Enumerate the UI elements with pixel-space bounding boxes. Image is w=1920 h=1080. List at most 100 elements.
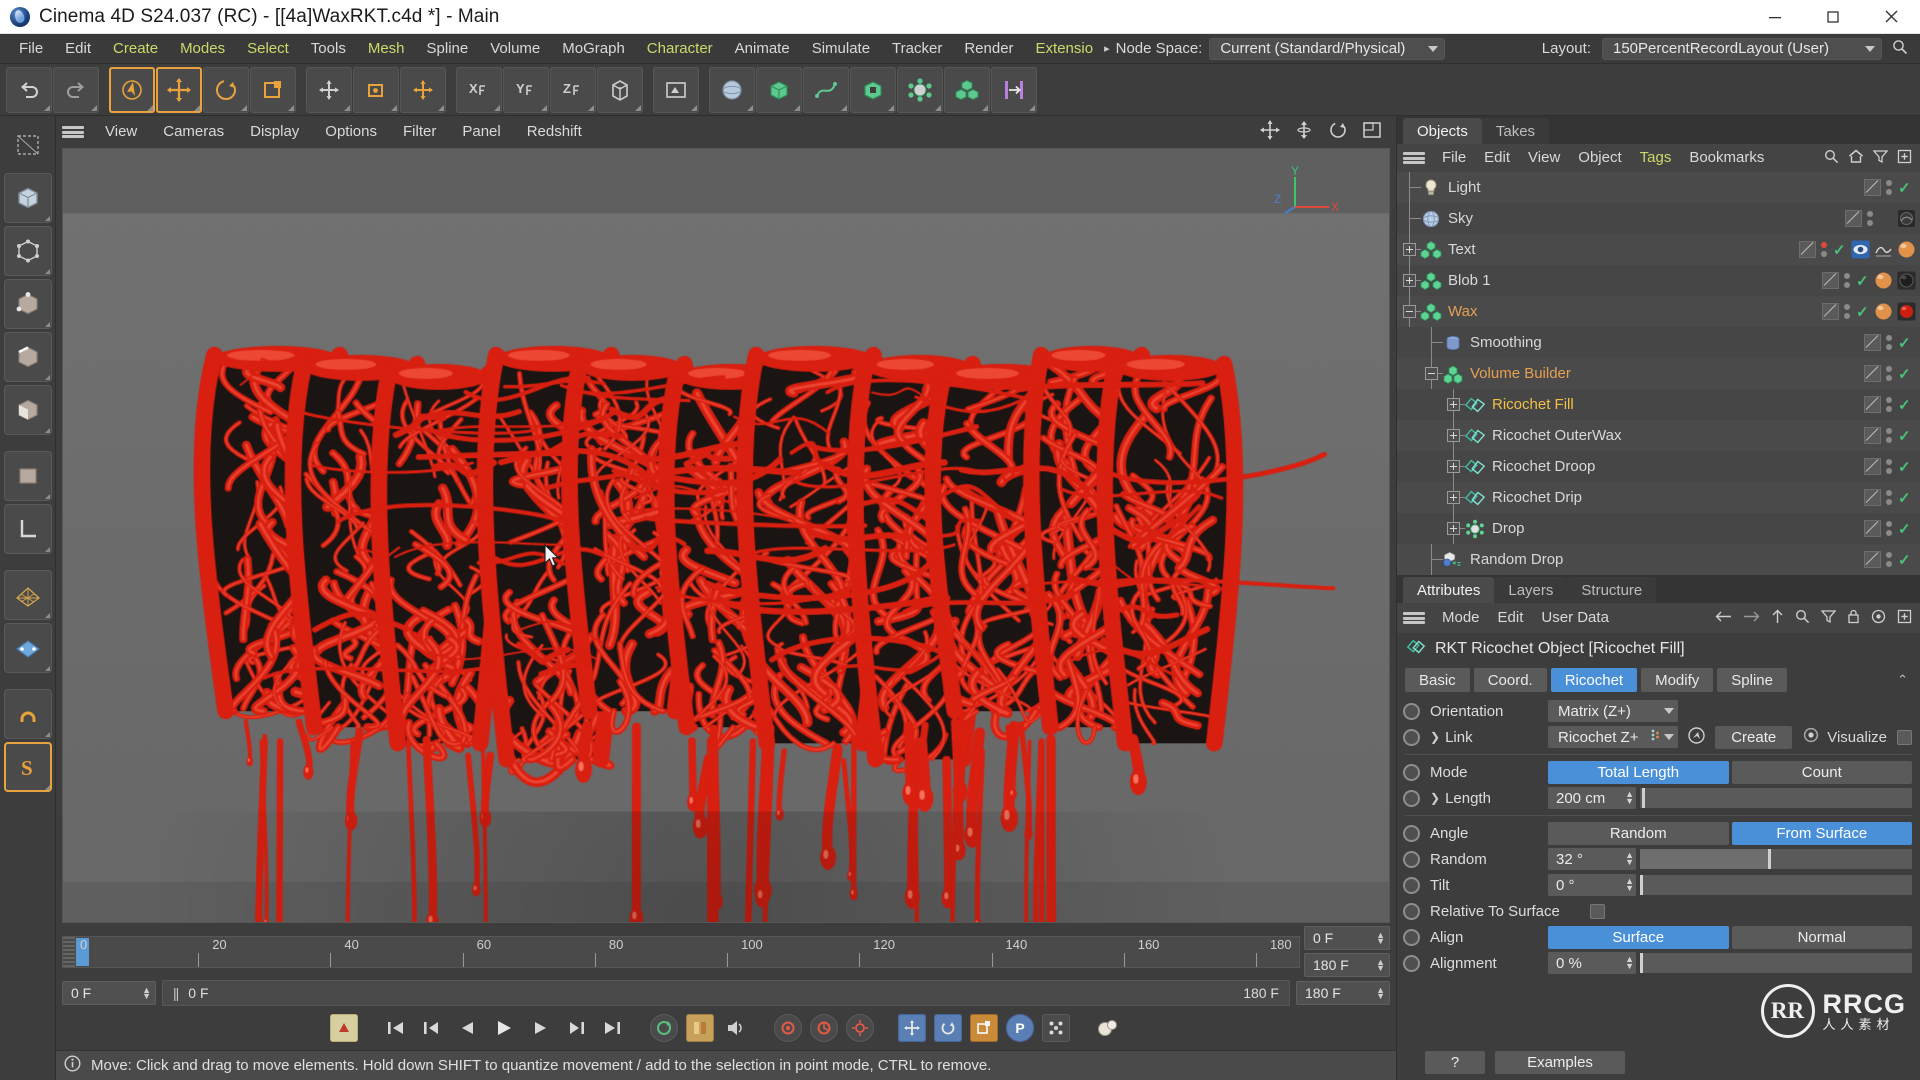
collapse-node-icon[interactable] [1403, 305, 1416, 318]
home-icon[interactable] [1848, 149, 1864, 168]
visibility-dots[interactable] [1886, 397, 1892, 412]
visibility-dots[interactable] [1844, 304, 1850, 319]
undo-button[interactable] [6, 66, 52, 113]
menu-render[interactable]: Render [953, 34, 1024, 64]
alignment-spinner[interactable]: 0 % ▲ ▼ [1548, 952, 1636, 974]
display-tag[interactable] [1851, 240, 1870, 259]
viewport[interactable]: Y X Z [62, 148, 1390, 923]
deformer-button[interactable] [897, 66, 943, 113]
rotation-keyframe-button[interactable] [931, 1013, 965, 1043]
spinner-arrows-icon[interactable]: ▲ ▼ [1625, 877, 1634, 893]
tilt-slider[interactable] [1640, 875, 1912, 895]
timeline-grip[interactable] [63, 936, 75, 967]
viewport-menu-cameras[interactable]: Cameras [150, 116, 237, 148]
object-name[interactable]: Drop [1492, 520, 1525, 537]
angle-option-from-surface[interactable]: From Surface [1731, 821, 1912, 845]
om-menu-object[interactable]: Object [1569, 144, 1630, 172]
visibility-dots[interactable] [1886, 180, 1892, 195]
object-name[interactable]: Sky [1448, 210, 1473, 227]
maximize-button[interactable] [1804, 0, 1862, 34]
sound-button[interactable] [719, 1013, 753, 1043]
generator-button[interactable] [850, 66, 896, 113]
orientation-anim-track-icon[interactable] [1403, 702, 1420, 720]
object-tree-row[interactable]: Light ✓ [1397, 172, 1920, 203]
spinner-arrows-icon[interactable]: ▲ ▼ [1625, 955, 1634, 971]
spinner-arrows-icon[interactable]: ▲ ▼ [1625, 790, 1634, 806]
alignment-slider[interactable] [1640, 953, 1912, 973]
workplane-mode-button[interactable] [3, 504, 52, 554]
relative-to-surface-checkbox[interactable] [1590, 903, 1605, 919]
visibility-toggle[interactable] [1822, 272, 1839, 289]
om-menu-bookmarks[interactable]: Bookmarks [1680, 144, 1773, 172]
angle-option-random[interactable]: Random [1548, 821, 1729, 845]
link-picker-icon[interactable] [1687, 726, 1706, 749]
tab-takes[interactable]: Takes [1481, 118, 1550, 144]
pill-modify[interactable]: Modify [1641, 668, 1714, 692]
om-menu-file[interactable]: File [1433, 144, 1475, 172]
go-to-end-button[interactable] [595, 1013, 629, 1043]
om-menu-edit[interactable]: Edit [1475, 144, 1519, 172]
s-snap-settings-button[interactable]: S [3, 742, 52, 792]
object-name[interactable]: Wax [1448, 303, 1477, 320]
lock-icon[interactable] [1847, 609, 1860, 628]
menu-modes[interactable]: Modes [169, 34, 236, 64]
go-to-previous-frame-button[interactable] [451, 1013, 485, 1043]
scale-tool-button[interactable] [250, 66, 296, 113]
dolly-view-icon[interactable] [1294, 120, 1314, 144]
current-frame-field[interactable]: 0 F ▲ ▼ [1304, 926, 1390, 950]
node-space-dropdown[interactable]: Current (Standard/Physical) [1209, 37, 1446, 60]
enable-checkmark-icon[interactable]: ✓ [1898, 520, 1912, 538]
visibility-toggle[interactable] [1864, 334, 1881, 351]
back-arrow-icon[interactable] [1715, 610, 1732, 627]
menu-create[interactable]: Create [102, 34, 169, 64]
object-name[interactable]: Ricochet Droop [1492, 458, 1595, 475]
object-name[interactable]: Volume Builder [1470, 365, 1571, 382]
sky-texture-tag[interactable] [1897, 209, 1916, 228]
uv-points-button[interactable] [3, 623, 52, 673]
axis-move-tool-button[interactable] [400, 66, 446, 113]
primitive-cube-button[interactable] [756, 66, 802, 113]
enable-checkmark-icon[interactable]: ✓ [1898, 489, 1912, 507]
tab-attributes[interactable]: Attributes [1403, 577, 1495, 603]
frame-end-field[interactable]: 180 F ▲ ▼ [1296, 981, 1390, 1005]
align-option-normal[interactable]: Normal [1731, 925, 1912, 949]
preview-range-bar[interactable]: || 0 F 180 F [162, 980, 1290, 1006]
search-icon[interactable] [1824, 149, 1839, 168]
visibility-toggle[interactable] [1864, 365, 1881, 382]
attr-menu-mode[interactable]: Mode [1433, 603, 1489, 633]
menu-edit[interactable]: Edit [54, 34, 102, 64]
attr-menu-edit[interactable]: Edit [1489, 603, 1533, 633]
visibility-toggle[interactable] [1864, 396, 1881, 413]
keyframe-selection-button[interactable] [843, 1013, 877, 1043]
mode-option-total-length[interactable]: Total Length [1548, 760, 1729, 784]
hamburger-icon[interactable] [1403, 150, 1425, 166]
menu-select[interactable]: Select [236, 34, 300, 64]
target-icon[interactable] [1871, 609, 1886, 628]
om-menu-view[interactable]: View [1519, 144, 1569, 172]
rotate-tool-button[interactable] [203, 66, 249, 113]
link-anim-track-icon[interactable] [1403, 728, 1420, 746]
visibility-dots[interactable] [1844, 273, 1850, 288]
visibility-toggle[interactable] [1864, 551, 1881, 568]
object-tree-row[interactable]: Volume Builder ✓ [1397, 358, 1920, 389]
add-icon[interactable] [1897, 609, 1912, 628]
pan-view-icon[interactable] [1260, 120, 1280, 144]
menu-tracker[interactable]: Tracker [881, 34, 953, 64]
attr-menu-userdata[interactable]: User Data [1532, 603, 1618, 633]
lock-y-axis-button[interactable]: Y [503, 66, 549, 113]
polygon-mode-button[interactable] [3, 385, 52, 435]
loop-playback-button[interactable] [647, 1013, 681, 1043]
tab-structure[interactable]: Structure [1567, 577, 1657, 603]
timeline-ruler[interactable]: 0 20 40 60 80 100 120 140 160 180 [62, 935, 1300, 968]
expand-node-icon[interactable] [1447, 460, 1460, 473]
object-tree-row[interactable]: Ricochet Droop ✓ [1397, 451, 1920, 482]
length-slider[interactable] [1640, 788, 1912, 808]
position-keyframe-button[interactable] [895, 1013, 929, 1043]
mode-option-count[interactable]: Count [1731, 760, 1912, 784]
object-name[interactable]: Smoothing [1470, 334, 1542, 351]
visibility-dots[interactable] [1886, 552, 1892, 567]
visibility-toggle[interactable] [1864, 427, 1881, 444]
tab-layers[interactable]: Layers [1494, 577, 1568, 603]
point-level-animation-button[interactable] [1039, 1013, 1073, 1043]
visibility-dots[interactable] [1886, 490, 1892, 505]
